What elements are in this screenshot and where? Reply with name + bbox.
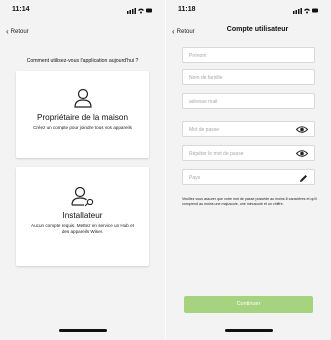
first-name-field[interactable]: Prénom (182, 47, 315, 63)
last-name-placeholder: Nom de famille (189, 75, 223, 81)
status-bar: 11:14 (0, 6, 165, 18)
nav-bar: ‹ Retour Compte utilisateur (166, 26, 331, 40)
email-placeholder: adresse mail (189, 99, 218, 105)
home-indicator (224, 329, 273, 332)
country-placeholder: Pays (189, 175, 201, 181)
eye-icon[interactable] (296, 125, 308, 134)
usage-question: Comment utilisez-vous l'application aujo… (26, 58, 139, 64)
home-indicator (58, 329, 107, 332)
first-name-placeholder: Prénom (189, 53, 207, 59)
continue-button[interactable]: Continuer (184, 296, 313, 313)
status-time: 11:14 (12, 6, 30, 13)
status-time: 11:18 (178, 6, 196, 13)
installer-title: Installateur (62, 211, 103, 220)
pencil-icon (300, 174, 307, 182)
status-icons (293, 7, 319, 16)
chevron-left-icon: ‹ (6, 27, 9, 36)
installer-card[interactable]: Installateur Aucun compte requis. Mettez… (16, 167, 149, 266)
signal-wifi-battery-icon (127, 8, 152, 14)
installer-description: Aucun compte requis. Mettez en service u… (31, 223, 134, 234)
email-field[interactable]: adresse mail (182, 93, 315, 109)
person-icon (73, 88, 92, 108)
homeowner-description: Créez un compte pour joindre tous vos ap… (33, 125, 132, 130)
repeat-password-placeholder: Répéter le mot de passe (189, 151, 244, 157)
last-name-field[interactable]: Nom de famille (182, 69, 315, 85)
back-label: Retour (10, 29, 29, 35)
country-field[interactable]: Pays (182, 169, 315, 185)
homeowner-title: Propriétaire de la maison (36, 113, 129, 122)
status-icons (127, 7, 153, 16)
eye-icon[interactable] (296, 149, 308, 158)
password-field[interactable]: Mot de passe (182, 121, 315, 137)
homeowner-card[interactable]: Propriétaire de la maison Créez un compt… (16, 71, 149, 158)
signal-wifi-battery-icon (293, 8, 318, 14)
user-account-screen: 11:18 ‹ Retour Compte utilisateur Prénom … (166, 0, 331, 340)
role-selection-screen: 11:14 ‹ Retour Comment utilisez-vous l'ap… (0, 0, 165, 340)
person-wrench-icon (70, 186, 93, 207)
page-title: Compte utilisateur (226, 26, 289, 33)
repeat-password-field[interactable]: Répéter le mot de passe (182, 145, 315, 161)
password-hint: Veuillez vous assurer que votre mot de p… (182, 197, 317, 206)
back-button[interactable]: ‹ Retour (6, 26, 29, 36)
chevron-left-icon: ‹ (172, 27, 175, 36)
password-placeholder: Mot de passe (189, 127, 220, 133)
nav-bar: ‹ Retour (0, 26, 165, 40)
status-bar: 11:18 (166, 6, 331, 18)
